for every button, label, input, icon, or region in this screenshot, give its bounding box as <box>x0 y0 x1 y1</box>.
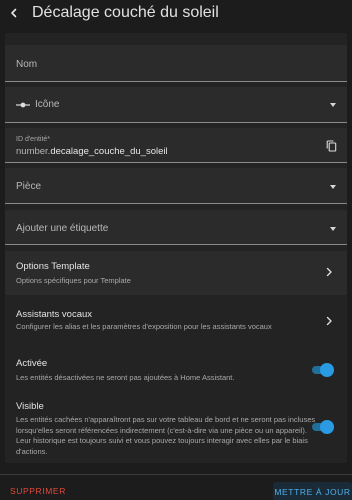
template-options-description: Options spécifiques pour Template <box>16 276 131 285</box>
enabled-row: Activée Les entités désactivées ne seron… <box>5 352 347 388</box>
delete-button[interactable]: SUPPRIMER <box>10 486 66 496</box>
name-field[interactable]: Nom <box>5 45 347 82</box>
toggle-thumb <box>320 363 334 377</box>
visible-title: Visible <box>16 401 44 412</box>
visible-toggle[interactable] <box>311 420 334 434</box>
voice-assistants-row[interactable]: Assistants vocaux Configurer les alias e… <box>5 302 347 342</box>
area-placeholder: Pièce <box>16 181 42 192</box>
visible-description: Les entités cachées n'apparaîtront pas s… <box>16 415 316 456</box>
dialog-header: Décalage couché du soleil <box>0 0 352 26</box>
enabled-toggle[interactable] <box>311 363 334 377</box>
entity-id-label: ID d'entité* <box>16 136 51 143</box>
enabled-title: Activée <box>16 358 48 369</box>
chevron-left-icon <box>11 8 17 18</box>
template-options-row[interactable]: Options Template Options spécifiques pou… <box>5 251 347 295</box>
back-button[interactable] <box>0 0 28 26</box>
slider-icon <box>16 102 30 108</box>
chevron-right-icon <box>326 267 332 277</box>
icon-picker[interactable]: Icône <box>5 87 347 123</box>
label-picker[interactable]: Ajouter une étiquette <box>5 210 347 245</box>
voice-assistants-title: Assistants vocaux <box>16 309 93 320</box>
area-picker[interactable]: Pièce <box>5 168 347 204</box>
chevron-down-icon <box>330 227 336 231</box>
icon-placeholder: Icône <box>35 99 60 110</box>
label-placeholder: Ajouter une étiquette <box>16 223 109 234</box>
template-options-title: Options Template <box>16 261 90 272</box>
voice-assistants-description: Configurer les alias et les paramètres d… <box>16 322 272 331</box>
dialog-footer: SUPPRIMER METTRE À JOUR <box>0 474 352 500</box>
page-title: Décalage couché du soleil <box>32 4 219 21</box>
name-placeholder: Nom <box>16 59 38 70</box>
entity-id-value: number.decalage_couche_du_soleil <box>16 146 168 157</box>
toggle-thumb <box>320 420 334 434</box>
entity-id-field[interactable]: ID d'entité* number.decalage_couche_du_s… <box>5 128 347 163</box>
chevron-down-icon <box>330 103 336 107</box>
chevron-right-icon <box>326 316 332 326</box>
entity-id-text: decalage_couche_du_soleil <box>50 146 168 157</box>
chevron-down-icon <box>330 185 336 189</box>
copy-icon[interactable] <box>326 140 337 152</box>
update-button[interactable]: METTRE À JOUR <box>273 482 352 500</box>
enabled-description: Les entités désactivées ne seront pas aj… <box>16 373 235 382</box>
visible-row: Visible Les entités cachées n'apparaîtro… <box>5 396 347 460</box>
entity-id-prefix: number. <box>16 146 51 157</box>
